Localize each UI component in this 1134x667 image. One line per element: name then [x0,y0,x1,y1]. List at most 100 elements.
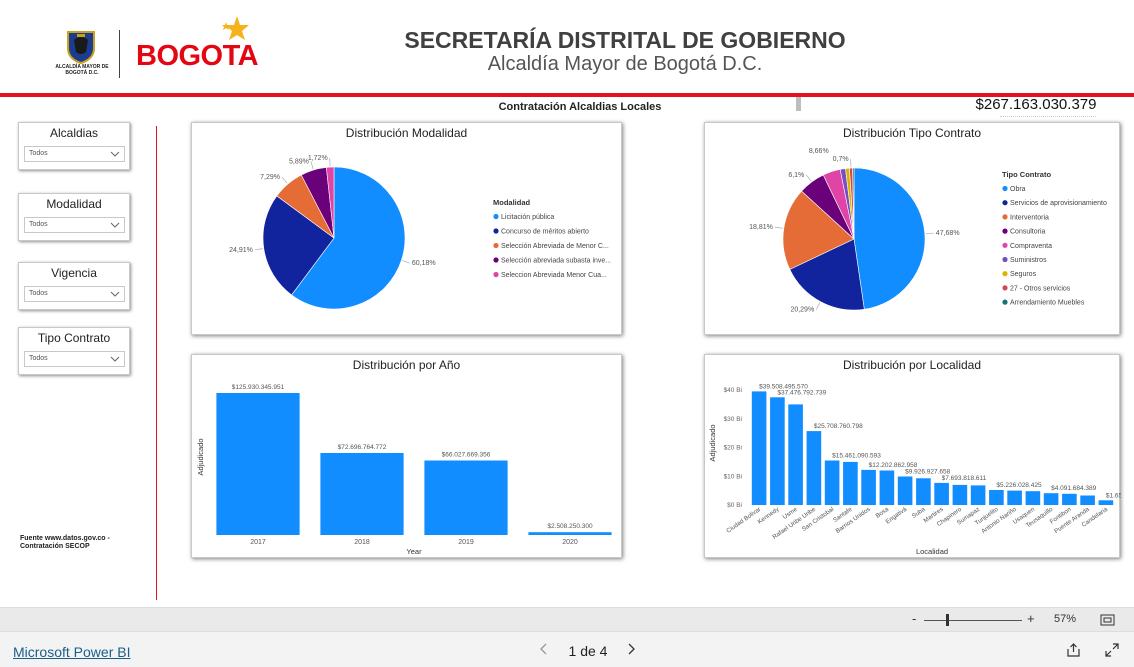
bar[interactable] [320,453,404,535]
slice-leader-line [925,232,934,235]
bar[interactable] [528,532,612,535]
legend-item[interactable]: Licitación pública [501,214,554,221]
legend-item[interactable]: Suministros [1010,257,1047,264]
chevron-left-icon[interactable] [538,642,550,656]
page-title: SECRETARÍA DISTRITAL DE GOBIERNO [404,27,846,53]
legend-item[interactable]: Consultoria [1010,229,1046,236]
report-page: ALCALDÍA MAYOR DE BOGOTÁ D.C. BOGOTA SEC… [0,0,1134,667]
bar-data-label: $15.461.090.593 [832,453,881,460]
legend-swatch [1002,285,1008,291]
legend-item[interactable]: 27 - Otros servicios [1010,285,1071,292]
legend-item[interactable]: Concurso de méritos abierto [501,229,589,236]
slicer-label: Vigencia [51,266,97,280]
bar[interactable] [861,469,876,505]
share-icon[interactable] [1066,643,1081,657]
decorative-tick [796,97,801,111]
chevron-right-icon[interactable] [625,642,637,656]
slice-data-label: 5,89% [289,158,309,165]
zoom-slider-handle[interactable] [946,614,949,626]
slice-data-label: 0,7% [833,156,849,163]
coat-of-arms-icon [67,31,95,64]
dropdown-value: Todos [29,355,48,362]
alcaldias-dropdown[interactable]: Todos [24,146,125,162]
zoom-bar: - + 57% [0,607,1134,631]
slice-leader-line [402,260,411,264]
bar-data-label: $25.708.760.798 [814,423,863,430]
bar[interactable] [824,460,840,506]
slice-leader-line [815,302,821,310]
zoom-level: 57% [1054,613,1077,625]
bar[interactable] [751,391,767,505]
pie-slice[interactable] [853,167,926,310]
bar[interactable] [970,485,986,505]
slice-leader-line [281,176,288,184]
chart-title: Distribución Tipo Contrato [842,126,982,140]
bar-data-label: $4.091.684.389 [1051,485,1097,492]
bar-data-label: $37.476.792.739 [777,389,826,396]
modalidad-dropdown[interactable]: Todos [24,217,125,233]
vigencia-dropdown[interactable]: Todos [24,286,125,302]
bar[interactable] [1062,493,1077,505]
legend-item[interactable]: Seguros [1010,271,1037,278]
modalidad-pie-chart: 60,18% 24,91% 7,29% 5,89%1,72% Modalidad Lici… [229,155,611,310]
bar[interactable] [934,482,949,505]
chart-card-modalidad[interactable]: 60,18% 24,91% 7,29% 5,89% 1,72% Modalidad Lici… [191,122,622,335]
bar[interactable] [1043,493,1059,505]
x-axis-title: Localidad [916,547,948,556]
bar[interactable] [989,490,1004,505]
zoom-in-button[interactable]: + [1027,611,1035,626]
legend-swatch [493,213,499,220]
bar-data-label: $66.027.669.356 [442,452,491,459]
bar[interactable] [897,476,913,506]
x-tick-label: 2019 [458,539,474,546]
slice-leader-line [310,161,314,170]
bar[interactable] [843,461,858,505]
bar[interactable] [424,460,508,536]
bar[interactable] [879,470,895,506]
legend-swatch [1002,200,1008,206]
power-bi-link[interactable]: Microsoft Power BI [13,644,130,660]
expand-icon[interactable] [1105,643,1119,657]
chart-card-anio[interactable]: $125.930.345.951 2017 $72.696.764.772 2018 $… [191,354,622,558]
legend-item[interactable]: Selección Abreviada de Menor C... [501,243,609,250]
sidebar-divider [156,126,157,600]
bogota-logo: BOGOTA [136,40,259,72]
bar[interactable] [806,431,822,505]
bar[interactable] [788,404,803,505]
legend-item[interactable]: Selección abreviada subasta inve... [501,258,611,265]
legend-item[interactable]: Obra [1010,186,1026,193]
legend-item[interactable]: Interventoria [1010,214,1049,221]
zoom-out-button[interactable]: - [912,611,916,626]
y-tick-label: $10 Bi [724,473,742,480]
legend-item[interactable]: Seleccion Abreviada Menor Cua... [501,272,607,279]
y-tick-label: $30 Bi [724,416,742,423]
legend-item[interactable]: Compraventa [1010,243,1052,250]
legend-swatch [1002,271,1008,277]
legend-item[interactable]: Servicios de aprovisionamiento [1010,200,1107,207]
chevron-down-icon [110,222,120,228]
footer-bar: Microsoft Power BI 1 de 4 [0,631,1134,667]
slicer-label: Alcaldias [49,126,99,140]
bar[interactable] [952,484,968,505]
bar[interactable] [1025,491,1041,505]
bar[interactable] [216,393,300,535]
bar[interactable] [1098,500,1114,505]
bar[interactable] [916,478,931,505]
y-axis-title: Adjudicado [708,424,717,461]
total-card-value: $267.163.030.379 [975,96,1097,113]
bar[interactable] [770,397,785,505]
slice-data-label: 20,29% [790,307,814,314]
chart-card-tipo-contrato[interactable]: 47,68% 20,29% 18,81% 6,1% 0,7% Tipo Contrato O… [704,122,1120,335]
x-tick-label: 2020 [562,539,578,546]
zoom-slider-track[interactable] [924,620,1022,621]
slice-data-label: 47,68% [936,230,960,237]
legend-item[interactable]: Arrendamiento Muebles [1010,300,1085,307]
y-axis-title: Adjudicado [196,438,205,475]
tipo-contrato-pie-chart: 47,68% 20,29% 18,81% 6,1% 0,7% Tipo Contrato O… [749,148,1107,314]
tipo-contrato-dropdown[interactable]: Todos [24,351,125,367]
bar[interactable] [1007,490,1022,505]
chart-card-localidad[interactable]: $0 Bi $10 Bi $20 Bi $30 Bi $40 Bi $39.508.495… [704,354,1121,558]
slice-data-label: 6,1% [788,172,804,179]
fit-to-page-icon[interactable] [1100,614,1115,626]
bar[interactable] [1080,495,1095,506]
